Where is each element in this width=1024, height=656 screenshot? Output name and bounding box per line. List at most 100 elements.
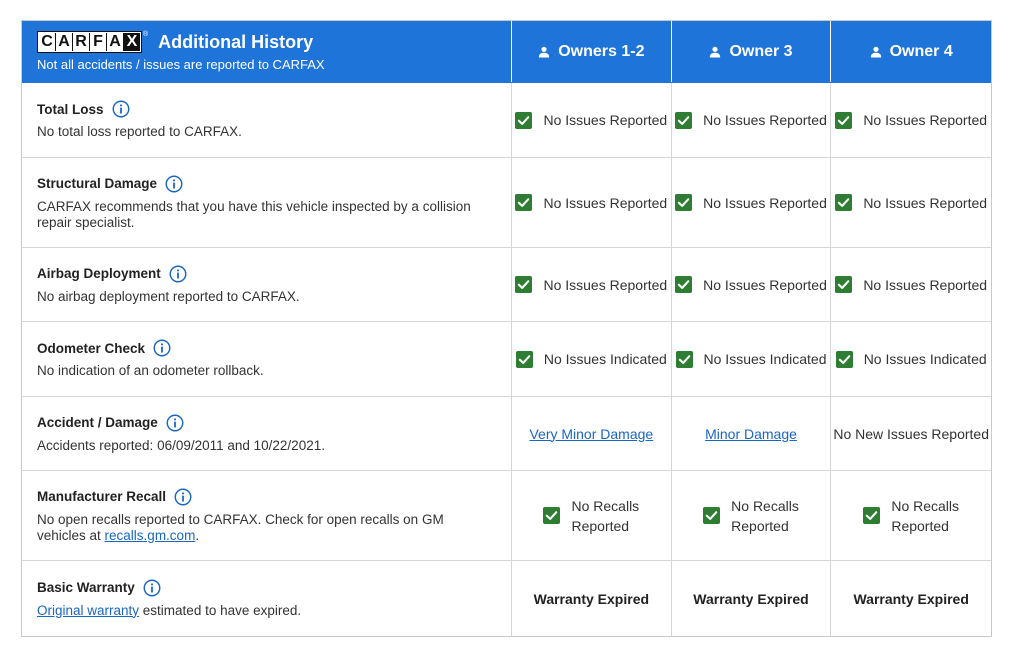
owner-label: Owner 4 — [889, 42, 953, 60]
original-warranty-link[interactable]: Original warranty — [37, 603, 139, 618]
status-cell: Warranty Expired — [830, 561, 991, 636]
info-icon[interactable] — [166, 414, 184, 432]
check-icon — [703, 507, 720, 524]
table-row: Odometer Check No indication of an odome… — [22, 322, 991, 397]
status-cell: No Issues Reported — [511, 158, 671, 247]
additional-history-table: C A R F A X ® Additional History Not all… — [21, 20, 992, 637]
owner-label: Owner 3 — [729, 42, 793, 60]
table-row: Airbag Deployment No airbag deployment r… — [22, 248, 991, 322]
table-row: Accident / Damage Accidents reported: 06… — [22, 397, 991, 471]
registered-mark-icon: ® — [143, 31, 149, 38]
info-icon[interactable] — [112, 100, 130, 118]
status-text: No Issues Reported — [863, 112, 988, 128]
recalls-link[interactable]: recalls.gm.com — [105, 528, 196, 543]
info-icon[interactable] — [169, 265, 187, 283]
status-text: No Issues Reported — [863, 276, 988, 293]
status-cell: Very Minor Damage — [511, 397, 671, 470]
status-cell: No Issues Reported — [511, 83, 671, 157]
table-row: Total Loss No total loss reported to CAR… — [22, 83, 991, 158]
check-icon — [515, 112, 532, 129]
warranty-status: Warranty Expired — [853, 590, 969, 607]
row-label: Basic Warranty — [37, 580, 135, 595]
status-text: No Recalls — [731, 497, 799, 514]
status-cell: No Issues Reported — [670, 83, 831, 157]
status-text: No Issues Reported — [703, 276, 827, 293]
check-icon — [515, 276, 532, 293]
check-icon — [835, 112, 852, 129]
status-cell: No Recalls Reported — [830, 471, 991, 560]
status-cell: Warranty Expired — [511, 561, 671, 636]
check-icon — [516, 351, 533, 368]
person-icon — [709, 46, 721, 58]
row-label-cell: Total Loss No total loss reported to CAR… — [22, 83, 511, 157]
status-cell: No Recalls Reported — [670, 471, 831, 560]
status-text: Reported — [891, 517, 949, 534]
row-label-cell: Manufacturer Recall No open recalls repo… — [22, 471, 511, 560]
status-text: No Issues Reported — [703, 112, 827, 128]
status-cell: No Recalls Reported — [511, 471, 671, 560]
row-label-cell: Structural Damage CARFAX recommends that… — [22, 158, 511, 247]
person-icon — [870, 46, 882, 58]
logo-letter: A — [107, 33, 124, 51]
check-icon — [835, 276, 852, 293]
logo-letter: A — [56, 33, 73, 51]
status-text: No Issues Reported — [543, 112, 668, 128]
check-icon — [835, 194, 852, 211]
row-description: Original warranty estimated to have expi… — [37, 603, 511, 619]
very-minor-damage-link[interactable]: Very Minor Damage — [529, 426, 653, 442]
check-icon — [543, 507, 560, 524]
person-icon — [538, 46, 550, 58]
brand: C A R F A X ® Additional History — [37, 31, 511, 53]
section-title: Additional History — [158, 31, 314, 52]
info-icon[interactable] — [153, 339, 171, 357]
status-cell: Warranty Expired — [670, 561, 831, 636]
status-text: No Issues Reported — [863, 194, 988, 211]
info-icon[interactable] — [143, 579, 161, 597]
status-text: No Issues Reported — [703, 194, 827, 211]
status-text: No Issues Reported — [543, 194, 668, 211]
status-cell: No New Issues Reported — [830, 397, 991, 470]
status-text: No Recalls — [571, 497, 640, 514]
status-text: No Issues Indicated — [863, 351, 987, 367]
warranty-status: Warranty Expired — [533, 590, 650, 607]
info-icon[interactable] — [165, 175, 183, 193]
row-label: Structural Damage — [37, 176, 158, 191]
row-label-cell: Basic Warranty Original warranty estimat… — [22, 561, 511, 636]
status-cell: Minor Damage — [670, 397, 831, 470]
minor-damage-link[interactable]: Minor Damage — [705, 426, 797, 442]
description-text: No open recalls reported to CARFAX. Chec… — [37, 511, 444, 543]
status-cell: No Issues Reported — [511, 248, 671, 321]
status-cell: No Issues Indicated — [830, 322, 991, 396]
section-subtitle: Not all accidents / issues are reported … — [37, 57, 325, 72]
header-brand-cell: C A R F A X ® Additional History Not all… — [22, 21, 511, 82]
row-label: Accident / Damage — [37, 415, 158, 430]
check-icon — [675, 112, 692, 129]
check-icon — [863, 507, 880, 524]
row-description: No open recalls reported to CARFAX. Chec… — [37, 512, 511, 544]
row-label-cell: Airbag Deployment No airbag deployment r… — [22, 248, 511, 321]
status-text: No Recalls — [891, 497, 960, 514]
row-description: CARFAX recommends that you have this veh… — [37, 198, 471, 230]
status-cell: No Issues Reported — [670, 248, 831, 321]
row-label-cell: Odometer Check No indication of an odome… — [22, 322, 511, 396]
row-description: No airbag deployment reported to CARFAX. — [37, 288, 300, 304]
owner-column-header: Owner 3 — [670, 21, 831, 82]
info-icon[interactable] — [174, 488, 192, 506]
row-description: Accidents reported: 06/09/2011 and 10/22… — [37, 437, 325, 453]
status-cell: No Issues Reported — [830, 83, 991, 157]
status-text: No Issues Indicated — [543, 351, 667, 367]
check-icon — [676, 351, 693, 368]
owner-label: Owners 1-2 — [558, 42, 645, 60]
status-cell: No Issues Reported — [830, 158, 991, 247]
warranty-status: Warranty Expired — [693, 590, 809, 607]
carfax-logo: C A R F A X — [37, 31, 142, 53]
description-text: estimated to have expired. — [139, 602, 302, 618]
row-label: Total Loss — [37, 101, 104, 117]
row-label: Odometer Check — [37, 340, 146, 356]
status-cell: No Issues Indicated — [670, 322, 831, 396]
logo-letter: X — [124, 33, 140, 51]
row-label: Airbag Deployment — [37, 266, 161, 281]
check-icon — [515, 194, 532, 211]
table-header: C A R F A X ® Additional History Not all… — [22, 21, 991, 83]
check-icon — [675, 276, 692, 293]
